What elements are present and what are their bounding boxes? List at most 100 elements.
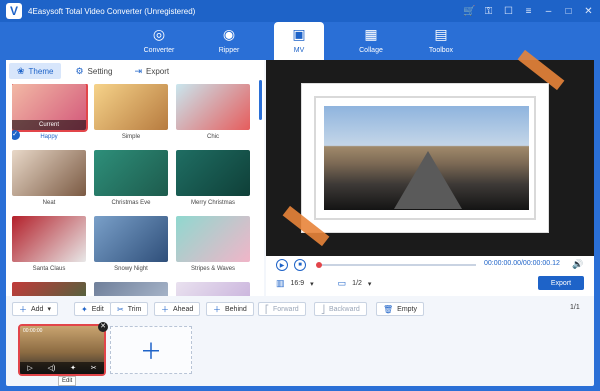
nav-converter[interactable]: ◎ Converter (134, 22, 184, 60)
timeline-clip[interactable]: 00:00:00 ✕ ▷ ◁) ✦ ✂ (18, 322, 108, 376)
empty-button[interactable]: 🗑 Empty (376, 302, 424, 316)
stop-icon[interactable]: ■ (294, 259, 306, 271)
page-indicator[interactable]: 1/2 (352, 280, 362, 287)
theme-thumbnail[interactable] (12, 282, 86, 296)
empty-label: Empty (397, 305, 417, 313)
theme-thumbnail[interactable] (176, 84, 250, 130)
volume-icon[interactable]: 🔊 (572, 259, 583, 270)
edit-icon: ✦ (81, 304, 88, 314)
forward-button[interactable]: ⎡ Forward (258, 302, 306, 316)
progress-handle[interactable] (316, 262, 322, 268)
theme-item[interactable]: Neat (12, 150, 86, 206)
theme-thumbnail[interactable] (176, 282, 250, 296)
add-button[interactable]: ＋ Add ▾ (12, 302, 58, 316)
theme-label: Neat (42, 200, 56, 206)
chevron-down-icon[interactable]: ▾ (310, 280, 314, 288)
theme-label: Simple (121, 134, 141, 140)
progress-bar[interactable] (316, 262, 476, 268)
clip-time: 00:00:00 (23, 328, 43, 334)
preview-area (266, 49, 594, 256)
theme-thumbnail[interactable] (94, 150, 168, 196)
edit-button[interactable]: ✦ Edit (74, 302, 111, 316)
behind-button[interactable]: ＋ Behind (206, 302, 254, 316)
maximize-icon[interactable]: □ (563, 6, 574, 17)
nav-toolbox-label: Toolbox (428, 47, 454, 54)
theme-item[interactable]: Snowy Night (94, 216, 168, 272)
theme-item[interactable]: Current ✓ Happy (12, 84, 88, 140)
chevron-down-icon[interactable]: ▾ (368, 280, 372, 288)
theme-frame (301, 83, 549, 233)
theme-item[interactable]: Christmas Eve (94, 150, 168, 206)
backward-label: Backward (329, 305, 360, 313)
nav-ripper[interactable]: ◉ Ripper (204, 22, 254, 60)
aspect-ratio-value[interactable]: 16:9 (291, 280, 305, 287)
add-label: Add (31, 305, 44, 313)
nav-collage[interactable]: ▦ Collage (346, 22, 396, 60)
collage-icon: ▦ (364, 26, 378, 42)
tab-setting[interactable]: ⚙ Setting (67, 63, 120, 79)
theme-label: Happy (40, 134, 58, 140)
feedback-icon[interactable]: ☐ (503, 6, 514, 17)
behind-label: Behind (225, 305, 247, 313)
theme-item[interactable] (94, 282, 168, 296)
theme-label: Chic (206, 134, 219, 140)
nav-mv[interactable]: ▣ MV (274, 22, 324, 60)
video-preview (324, 106, 529, 210)
ahead-button[interactable]: ＋ Ahead (154, 302, 201, 316)
chevron-down-icon: ▾ (47, 306, 51, 313)
theme-item[interactable] (12, 282, 86, 296)
theme-thumbnail[interactable] (94, 282, 168, 296)
edit-icon[interactable]: ✦ (70, 364, 76, 372)
trim-button[interactable]: ✂ Trim (110, 302, 149, 316)
timeline-pager: 1/1 (570, 304, 580, 311)
cart-icon[interactable]: 🛒 (463, 6, 475, 17)
tab-export[interactable]: ⇥ Export (126, 63, 177, 79)
ahead-icon: ＋ (161, 304, 169, 314)
nav-converter-label: Converter (143, 47, 175, 54)
theme-thumbnail[interactable] (12, 216, 86, 262)
theme-item[interactable]: Chic (176, 84, 250, 140)
volume-icon[interactable]: ◁) (48, 364, 56, 372)
converter-icon: ◎ (152, 26, 166, 42)
theme-thumbnail[interactable]: Current (12, 84, 88, 132)
theme-thumbnail[interactable] (176, 150, 250, 196)
theme-thumbnail[interactable] (94, 216, 168, 262)
timeline: 00:00:00 ✕ ▷ ◁) ✦ ✂ ＋ Edit (6, 322, 594, 386)
edit-toolbar: ＋ Add ▾ ✦ Edit ✂ Trim ＋ Ahead ＋ Behind ⎡ (6, 302, 594, 318)
tab-theme[interactable]: ❀ Theme (9, 63, 62, 79)
title-bar: V 4Easysoft Total Video Converter (Unreg… (0, 0, 600, 22)
export-icon: ⇥ (134, 65, 142, 76)
nav-collage-label: Collage (359, 47, 383, 54)
theme-item[interactable]: Simple (94, 84, 168, 140)
theme-thumbnail[interactable] (176, 216, 250, 262)
backward-button[interactable]: ⎦ Backward (314, 302, 367, 316)
close-icon[interactable]: ✕ (98, 322, 108, 332)
minimize-icon[interactable]: – (543, 6, 554, 17)
theme-thumbnail[interactable] (94, 84, 168, 130)
export-button[interactable]: Export (538, 276, 584, 290)
forward-label: Forward (273, 305, 299, 313)
scissors-icon[interactable]: ✂ (91, 364, 97, 372)
theme-item[interactable]: Merry Christmas (176, 150, 250, 206)
app-logo: V (6, 3, 22, 19)
theme-item[interactable] (176, 282, 250, 296)
menu-icon[interactable]: ≡ (523, 6, 534, 17)
theme-scrollbar[interactable] (259, 80, 262, 120)
theme-item[interactable]: Stripes & Waves (176, 216, 250, 272)
close-icon[interactable]: ✕ (583, 6, 594, 17)
forward-icon: ⎡ (265, 304, 269, 314)
theme-item[interactable]: Santa Claus (12, 216, 86, 272)
key-icon[interactable]: ⚿ (483, 6, 494, 17)
theme-grid: Current ✓ Happy Simple Chic Neat Christmas Eve… (12, 84, 256, 296)
theme-thumbnail[interactable] (12, 150, 86, 196)
main-nav: ◎ Converter ◉ Ripper ▣ MV ▦ Collage ▤ To… (0, 22, 600, 60)
play-icon[interactable]: ▷ (27, 364, 32, 372)
plus-icon: ＋ (19, 304, 27, 314)
tab-export-label: Export (145, 66, 170, 76)
nav-ripper-label: Ripper (218, 47, 240, 54)
edit-label: Edit (91, 305, 104, 313)
add-clip-button[interactable]: ＋ (110, 326, 192, 374)
toolbox-icon: ▤ (434, 26, 448, 42)
play-icon[interactable]: ▶ (276, 259, 288, 271)
nav-toolbox[interactable]: ▤ Toolbox (416, 22, 466, 60)
